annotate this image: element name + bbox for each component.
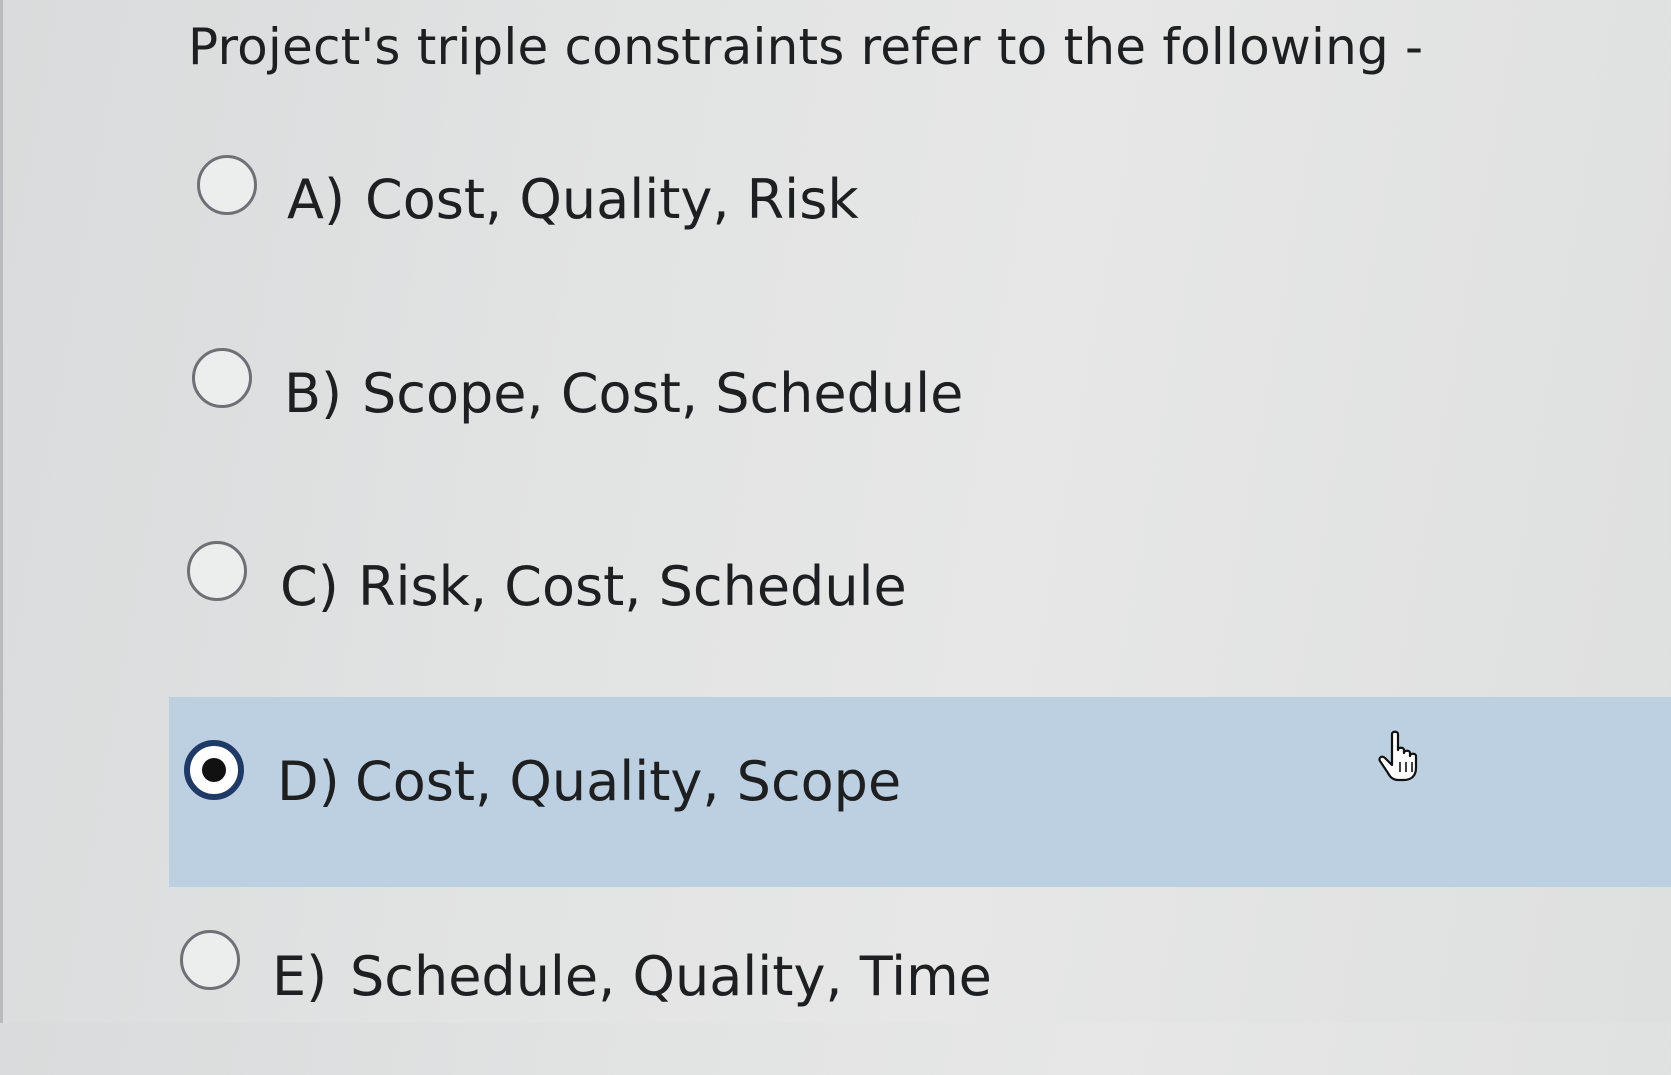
question-text: Project's triple constraints refer to th…: [188, 18, 1424, 76]
radio-button-c[interactable]: [187, 541, 247, 601]
radio-button-a[interactable]: [197, 155, 257, 215]
radio-button-e[interactable]: [180, 930, 240, 990]
option-a-label[interactable]: A) Cost, Quality, Risk: [287, 165, 859, 235]
option-c-text: Risk, Cost, Schedule: [358, 555, 907, 618]
option-d-letter: D): [277, 750, 340, 813]
option-e[interactable]: E) Schedule, Quality, Time: [0, 885, 1671, 1075]
option-d-label[interactable]: D) Cost, Quality, Scope: [277, 747, 901, 817]
hand-pointer-icon: [1378, 730, 1418, 782]
radio-button-d[interactable]: [184, 740, 244, 800]
option-e-text: Schedule, Quality, Time: [350, 945, 992, 1008]
option-d-text: Cost, Quality, Scope: [355, 750, 902, 813]
option-a[interactable]: A) Cost, Quality, Risk: [0, 110, 1671, 300]
radio-selected-dot: [202, 758, 226, 782]
radio-button-b[interactable]: [192, 348, 252, 408]
option-c-letter: C): [280, 555, 339, 618]
option-d[interactable]: D) Cost, Quality, Scope: [0, 697, 1671, 887]
option-c[interactable]: C) Risk, Cost, Schedule: [0, 496, 1671, 686]
option-b-label[interactable]: B) Scope, Cost, Schedule: [284, 359, 963, 429]
option-b-letter: B): [284, 362, 343, 425]
option-a-letter: A): [287, 168, 346, 231]
option-c-label[interactable]: C) Risk, Cost, Schedule: [280, 552, 907, 622]
option-b[interactable]: B) Scope, Cost, Schedule: [0, 303, 1671, 493]
option-a-text: Cost, Quality, Risk: [365, 168, 859, 231]
option-e-label[interactable]: E) Schedule, Quality, Time: [272, 942, 992, 1012]
option-e-letter: E): [272, 945, 328, 1008]
option-b-text: Scope, Cost, Schedule: [362, 362, 964, 425]
